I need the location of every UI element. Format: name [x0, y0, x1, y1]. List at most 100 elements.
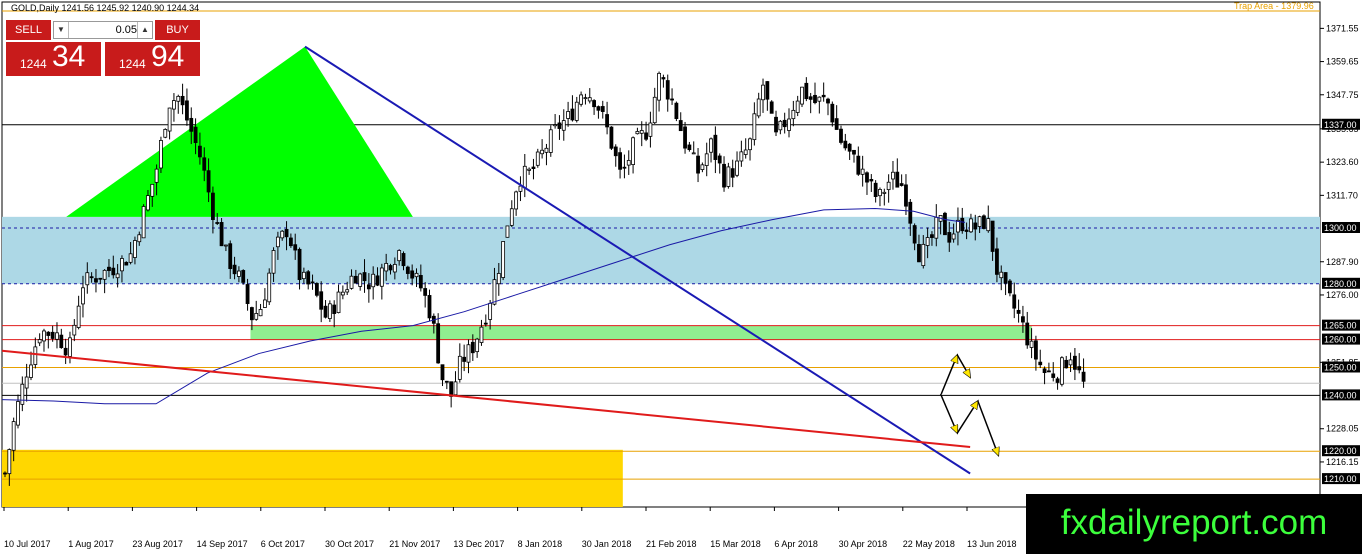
candle-body	[159, 140, 163, 169]
candle-body	[63, 347, 68, 356]
candle-body	[739, 151, 744, 162]
candle-body	[1003, 272, 1008, 284]
candle-body	[483, 322, 488, 325]
candle-body	[81, 287, 85, 305]
candle-body	[1029, 340, 1034, 348]
candle-body	[501, 241, 506, 278]
price-chart[interactable]: 1216.151228.051251.851276.001287.901311.…	[0, 0, 1362, 554]
price-tag-label: 1244.34	[1324, 378, 1357, 388]
candle-body	[522, 165, 527, 189]
y-tick-label: 1287.90	[1326, 257, 1359, 267]
x-tick-label: 15 Mar 2018	[710, 539, 761, 549]
candle-body	[358, 273, 363, 287]
x-tick-label: 14 Sep 2017	[197, 539, 248, 549]
candle-body	[587, 97, 592, 102]
candle-body	[280, 230, 285, 239]
lot-size-input[interactable]	[69, 22, 140, 38]
candle-body	[327, 303, 332, 319]
candle-body	[401, 253, 406, 267]
candle-body	[609, 126, 614, 149]
price-tag-label: 1220.00	[1324, 446, 1357, 456]
candle-body	[995, 248, 999, 275]
candle-body	[349, 275, 354, 289]
candle-body	[869, 178, 874, 182]
candle-body	[85, 272, 90, 286]
candle-body	[371, 273, 376, 288]
candle-body	[514, 191, 519, 210]
candle-body	[873, 182, 878, 197]
candle-body	[423, 288, 428, 296]
y-tick-label: 1347.75	[1326, 90, 1359, 100]
candle-body	[384, 262, 389, 272]
green-zone	[250, 325, 1032, 340]
candle-body	[544, 147, 549, 153]
candle-body	[457, 355, 462, 380]
candle-body	[72, 324, 77, 336]
candle-body	[977, 216, 982, 227]
candle-body	[189, 117, 194, 132]
candle-body	[249, 307, 254, 321]
candle-body	[878, 189, 882, 197]
candle-body	[813, 94, 817, 104]
candle-body	[150, 183, 155, 197]
candle-body	[405, 266, 410, 274]
candle-body	[154, 168, 159, 183]
candle-body	[787, 118, 791, 131]
sell-price-quote[interactable]: 1244 34	[6, 40, 101, 76]
lot-decrease-icon[interactable]: ▼	[54, 22, 69, 38]
candle-body	[908, 201, 913, 224]
candle-body	[622, 166, 627, 169]
candle-body	[297, 248, 302, 280]
candle-body	[605, 114, 609, 128]
candle-body	[120, 258, 124, 272]
candle-body	[843, 140, 848, 149]
candle-body	[293, 244, 298, 251]
buy-price-quote[interactable]: 1244 94	[105, 40, 200, 76]
candle-body	[1042, 368, 1047, 374]
candle-body	[743, 149, 748, 155]
candle-body	[618, 152, 622, 170]
candle-body	[211, 192, 215, 221]
candle-body	[193, 126, 198, 144]
candle-body	[800, 86, 804, 105]
candle-body	[891, 171, 895, 180]
candle-body	[301, 271, 306, 280]
candle-body	[756, 98, 761, 117]
candle-body	[505, 225, 510, 238]
candle-body	[444, 380, 449, 383]
candle-body	[449, 381, 454, 397]
price-tag-label: 1337.00	[1324, 120, 1357, 130]
sell-button[interactable]: SELL	[6, 20, 51, 40]
candle-body	[340, 291, 345, 296]
candle-body	[765, 81, 770, 100]
candle-body	[488, 302, 493, 320]
candle-body	[566, 111, 571, 119]
candle-body	[7, 449, 12, 475]
candle-body	[678, 120, 683, 132]
candle-body	[336, 291, 341, 314]
candle-body	[470, 341, 475, 354]
candle-body	[37, 339, 42, 344]
candle-body	[20, 383, 25, 405]
buy-button[interactable]: BUY	[155, 20, 200, 40]
candle-body	[860, 168, 865, 175]
lot-size-stepper[interactable]: ▼ ▲	[53, 21, 153, 39]
candle-body	[258, 309, 263, 317]
candle-body	[1025, 322, 1030, 346]
price-axis: 1216.151228.051251.851276.001287.901311.…	[1320, 23, 1360, 485]
candle-body	[128, 253, 133, 263]
candle-body	[392, 263, 397, 273]
candle-body	[795, 100, 800, 113]
lot-increase-icon[interactable]: ▲	[137, 22, 152, 38]
candle-body	[834, 118, 839, 130]
candle-body	[934, 216, 939, 239]
candle-body	[219, 222, 224, 247]
candle-body	[1038, 361, 1043, 366]
candle-body	[314, 283, 319, 296]
price-tag-label: 1260.00	[1324, 335, 1357, 345]
trap-area-label: Trap Area - 1379.96	[1234, 1, 1314, 11]
candle-body	[509, 208, 514, 226]
candle-body	[241, 270, 246, 283]
candle-body	[46, 331, 51, 336]
candle-body	[626, 160, 631, 166]
